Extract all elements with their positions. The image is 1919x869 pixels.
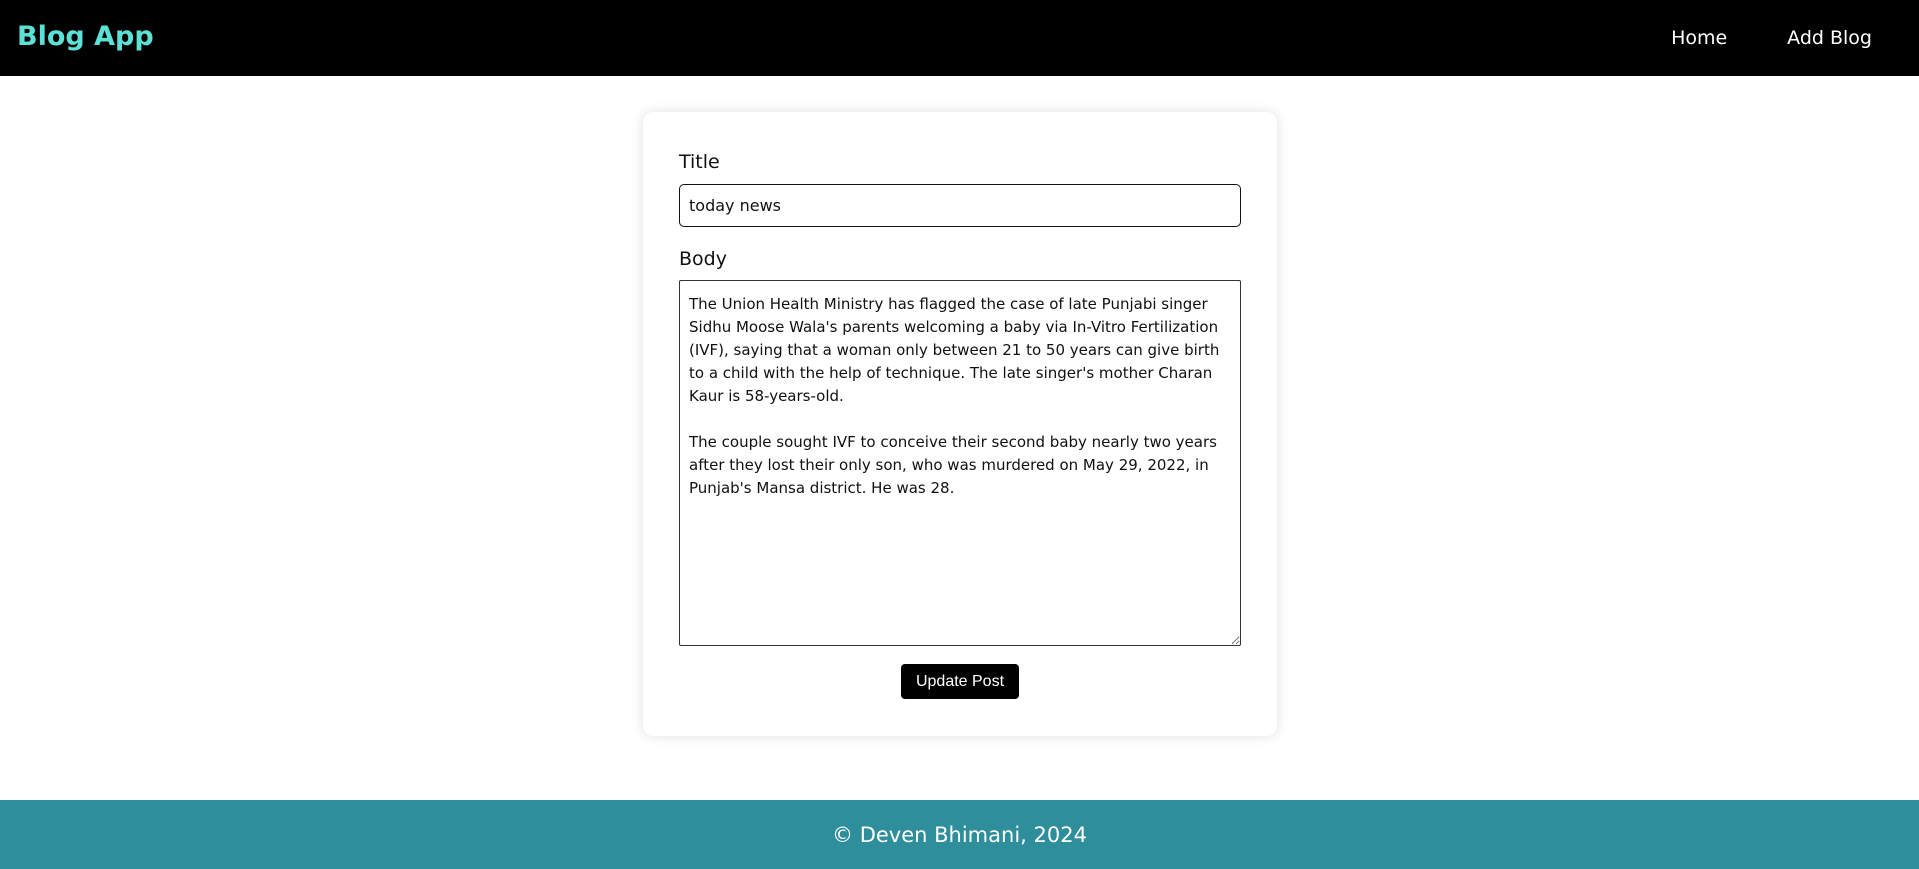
body-label: Body xyxy=(679,248,727,270)
title-label: Title xyxy=(679,151,720,173)
footer: © Deven Bhimani, 2024 xyxy=(0,800,1919,869)
navbar: Blog App Home Add Blog xyxy=(0,0,1919,76)
nav-link-home[interactable]: Home xyxy=(1671,24,1727,52)
nav-link-add-blog[interactable]: Add Blog xyxy=(1787,24,1872,52)
title-input[interactable] xyxy=(679,184,1241,227)
nav-links: Home Add Blog xyxy=(1671,24,1872,52)
edit-post-card: Title Body The Union Health Ministry has… xyxy=(643,112,1277,736)
brand-logo-link[interactable]: Blog App xyxy=(17,18,154,56)
footer-copyright: © Deven Bhimani, 2024 xyxy=(832,822,1087,847)
update-post-button[interactable]: Update Post xyxy=(901,664,1019,699)
body-textarea[interactable]: The Union Health Ministry has flagged th… xyxy=(679,280,1241,646)
